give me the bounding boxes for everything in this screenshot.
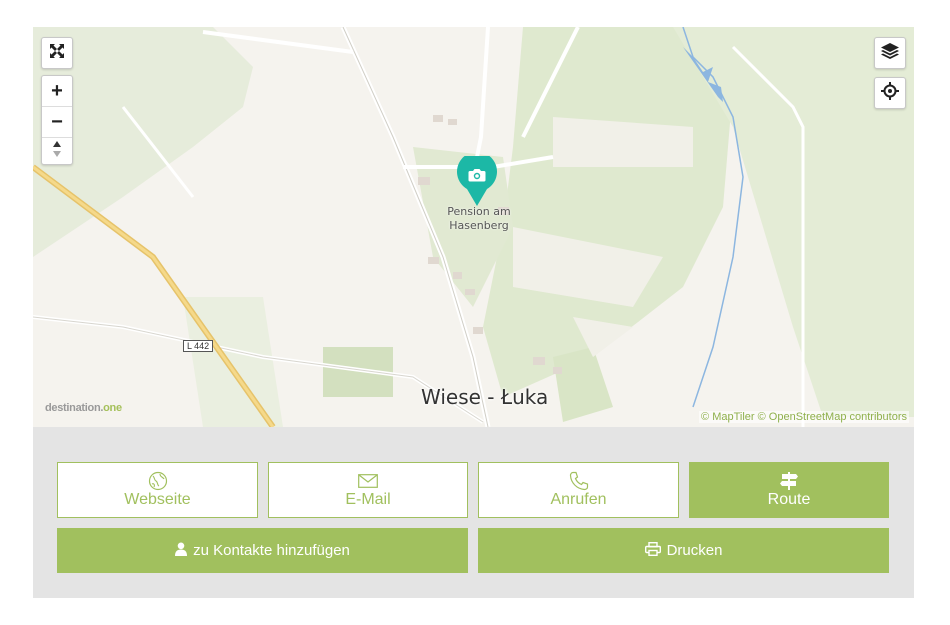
compass-arrows-icon xyxy=(52,140,62,162)
fullscreen-button[interactable] xyxy=(41,37,73,69)
compass-button[interactable] xyxy=(42,138,72,164)
crosshair-icon xyxy=(881,81,899,105)
print-button[interactable]: Drucken xyxy=(478,528,889,573)
action-panel: Webseite E-Mail Anrufen Route zu Kontakt… xyxy=(33,427,914,598)
marker-label: Pension am Hasenberg xyxy=(447,205,511,232)
user-icon xyxy=(175,542,188,560)
layers-button[interactable] xyxy=(874,37,906,69)
layers-icon xyxy=(881,42,899,64)
expand-arrows-icon xyxy=(49,43,65,64)
map-attribution[interactable]: © MapTiler © OpenStreetMap contributors xyxy=(699,411,909,423)
anrufen-button[interactable]: Anrufen xyxy=(478,462,679,518)
locate-button[interactable] xyxy=(874,77,906,109)
map-marker[interactable] xyxy=(457,151,497,208)
email-button[interactable]: E-Mail xyxy=(268,462,468,518)
zoom-in-button[interactable]: + xyxy=(42,76,72,107)
route-button[interactable]: Route xyxy=(689,462,889,518)
webseite-button[interactable]: Webseite xyxy=(57,462,258,518)
zoom-out-button[interactable]: − xyxy=(42,107,72,138)
add-contact-button[interactable]: zu Kontakte hinzufügen xyxy=(57,528,468,573)
envelope-icon xyxy=(358,471,378,491)
globe-icon xyxy=(148,471,168,491)
signpost-icon xyxy=(779,471,799,491)
town-label: Wiese - Łuka xyxy=(421,385,549,409)
brand-logo: destination.one xyxy=(45,402,122,414)
road-sign-label: L 442 xyxy=(183,340,214,352)
camera-icon xyxy=(468,168,486,187)
phone-icon xyxy=(569,471,589,491)
map-view[interactable]: + − Pension am Hasenberg Wiese - Łuka L … xyxy=(33,27,914,427)
printer-icon xyxy=(644,541,661,560)
zoom-control: + − xyxy=(41,75,73,165)
